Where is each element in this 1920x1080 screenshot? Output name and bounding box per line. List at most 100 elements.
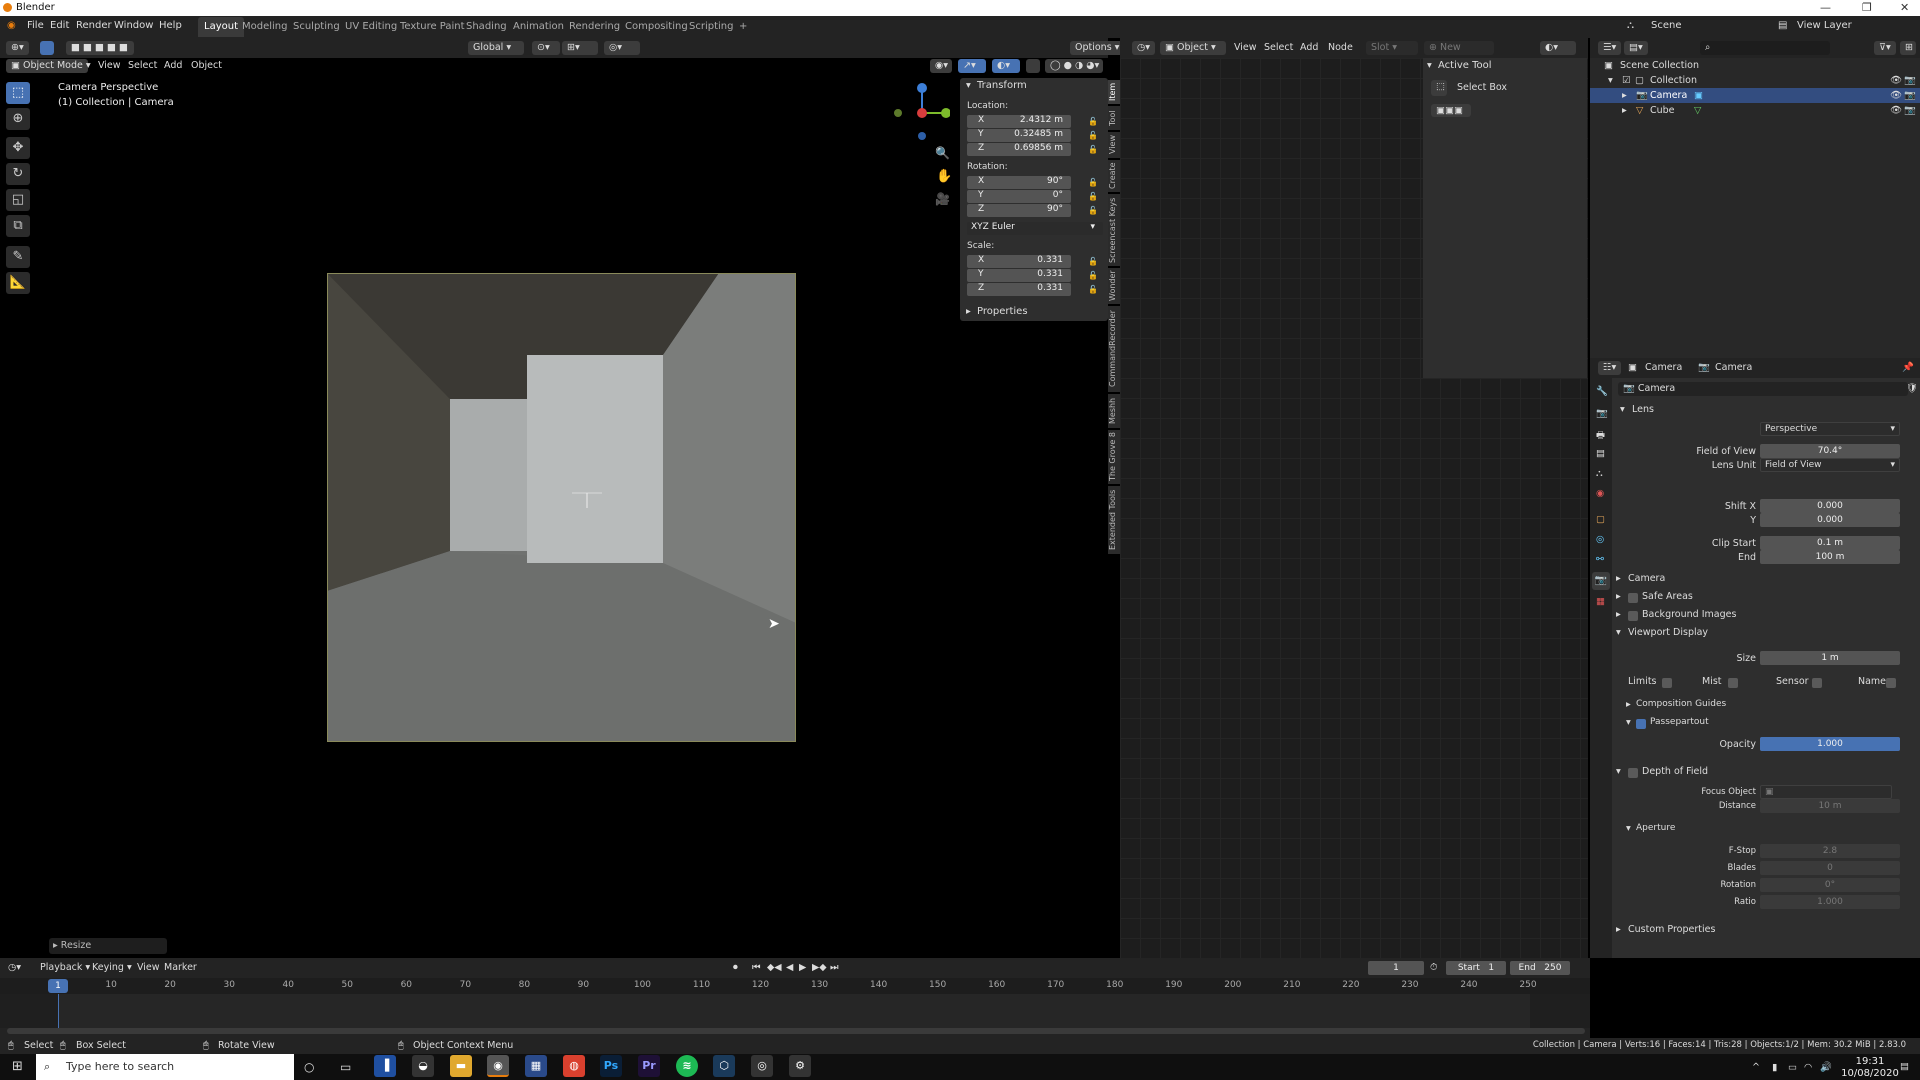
tool-tab-icon[interactable]: 🔧 (1596, 386, 1608, 397)
maximize-icon[interactable]: ❐ (1862, 1, 1872, 14)
texture-tab-icon[interactable]: ▦ (1596, 596, 1605, 607)
fov-field[interactable]: 70.4° (1760, 444, 1900, 458)
camera-view-icon[interactable]: 🎥 (935, 192, 950, 206)
new-collection-icon[interactable]: ⊞ (1900, 41, 1916, 55)
tab-sculpting[interactable]: Sculpting (287, 17, 346, 37)
object-tab-icon[interactable]: ▢ (1596, 514, 1605, 525)
preview-range-icon[interactable]: ⏱ (1430, 962, 1437, 973)
editor-type-icon[interactable]: ⊕▾ (6, 41, 29, 55)
tab-animation[interactable]: Animation (507, 17, 570, 37)
tab-shading[interactable]: Shading (460, 17, 513, 37)
premiere-icon[interactable]: Pr (638, 1055, 660, 1077)
blender-menu-icon[interactable]: ◉ (7, 20, 16, 31)
calculator-icon[interactable]: ▦ (525, 1055, 547, 1077)
shift-x-field[interactable]: 0.000 (1760, 499, 1900, 513)
lock-icon[interactable]: 🔓 (1088, 206, 1098, 215)
scale-tool-icon[interactable]: ◱ (6, 189, 30, 211)
timeline-scrollbar[interactable] (7, 1028, 1585, 1034)
composition-guides-collapse-icon[interactable]: ▸ (1626, 699, 1631, 710)
sidebar-tab-wonder[interactable]: Wonder (1108, 268, 1120, 304)
selection-mode-buttons[interactable]: ■ ■ ■ ■ ■ (66, 41, 134, 55)
eye-icon[interactable]: 👁 (1890, 75, 1902, 86)
node-overlay-icon[interactable]: ◐▾ (1540, 41, 1576, 55)
timeline-ruler[interactable]: 10 20 30 40 50 60 70 80 90 100 110 120 130 140 150 160 1… (0, 978, 1590, 994)
transform-collapse-icon[interactable]: ▾ (966, 80, 971, 91)
orientation-dropdown[interactable]: Global ▾ (468, 41, 524, 55)
camera-data-name-field[interactable]: 📷 Camera (1618, 382, 1908, 396)
slot-dropdown[interactable]: Slot ▾ (1366, 41, 1418, 55)
spotify-icon[interactable]: ≋ (676, 1055, 698, 1077)
cursor-tool-icon[interactable]: ⊕ (6, 108, 30, 130)
file-explorer-icon[interactable]: ▬ (450, 1055, 472, 1077)
options-dropdown[interactable]: Options ▾ (1070, 41, 1125, 55)
timeline-editor-icon[interactable]: ◷▾ (8, 962, 21, 973)
taskbar-app-icon[interactable]: ▐ (374, 1055, 396, 1077)
rotate-tool-icon[interactable]: ↻ (6, 163, 30, 185)
scale-x-field[interactable]: X 0.331 (967, 255, 1071, 268)
dof-collapse-icon[interactable]: ▾ (1616, 766, 1621, 777)
menu-render[interactable]: Render (76, 20, 112, 31)
outliner-camera-label[interactable]: Camera (1650, 90, 1687, 101)
eye-icon[interactable]: 👁 (1890, 105, 1902, 116)
clip-start-field[interactable]: 0.1 m (1760, 536, 1900, 550)
xray-icon[interactable] (1026, 59, 1040, 73)
play-reverse-icon[interactable]: ◀ (786, 962, 793, 973)
scene-name[interactable]: Scene (1651, 20, 1682, 31)
zoom-icon[interactable]: 🔍 (935, 146, 950, 160)
clock-time[interactable]: 19:31 (1840, 1056, 1900, 1067)
filter-icon[interactable]: ⊽▾ (1874, 41, 1896, 55)
outliner-type-icon[interactable]: ☰▾ (1598, 41, 1622, 55)
taskbar-search-box[interactable]: ⌕ Type here to search (36, 1054, 294, 1080)
timeline-track-area[interactable] (0, 994, 1590, 1028)
node-menu-node[interactable]: Node (1328, 42, 1353, 53)
view-layer-tab-icon[interactable]: ▤ (1596, 448, 1605, 459)
node-editor-type-icon[interactable]: ◷▾ (1132, 41, 1156, 55)
camera-render-icon[interactable]: 📷 (1904, 105, 1916, 116)
tab-scripting[interactable]: Scripting (683, 17, 739, 37)
lock-icon[interactable]: 🔓 (1088, 145, 1098, 154)
opacity-slider[interactable]: 1.000 (1760, 737, 1900, 751)
passepartout-checkbox[interactable] (1636, 719, 1646, 729)
lens-type-dropdown[interactable]: Perspective ▾ (1760, 422, 1900, 436)
properties-type-icon[interactable]: ☷▾ (1598, 361, 1622, 375)
aperture-rotation-field[interactable]: 0° (1760, 878, 1900, 892)
lock-icon[interactable]: 🔓 (1088, 285, 1098, 294)
lock-icon[interactable]: 🔓 (1088, 131, 1098, 140)
measure-tool-icon[interactable]: 📐 (6, 272, 30, 294)
select-box-icon[interactable]: ⬚ (1431, 80, 1447, 96)
blades-field[interactable]: 0 (1760, 861, 1900, 875)
camera-expand-icon[interactable]: ▸ (1622, 90, 1627, 101)
mode-dropdown[interactable]: ▣ Object Mode ▾ (6, 59, 91, 73)
viewport-menu-object[interactable]: Object (191, 60, 222, 71)
dof-checkbox[interactable] (1628, 768, 1638, 778)
visibility-icon[interactable]: ◉▾ (930, 59, 952, 73)
snap-icon[interactable]: ⊞▾ (562, 41, 598, 55)
aperture-ratio-field[interactable]: 1.000 (1760, 895, 1900, 909)
world-tab-icon[interactable]: ◉ (1596, 488, 1604, 499)
lock-icon[interactable]: 🔓 (1088, 271, 1098, 280)
focus-distance-field[interactable]: 10 m (1760, 799, 1900, 813)
shading-mode-buttons[interactable]: ◯ ● ◑ ◕▾ (1045, 59, 1103, 73)
sidebar-tab-create[interactable]: Create (1108, 160, 1120, 192)
lens-collapse-icon[interactable]: ▾ (1620, 404, 1625, 415)
tray-app-icon[interactable]: ▮ (1772, 1062, 1777, 1073)
wifi-icon[interactable]: ◠ (1804, 1062, 1812, 1073)
safe-areas-collapse-icon[interactable]: ▸ (1616, 591, 1621, 602)
tab-modeling[interactable]: Modeling (236, 17, 294, 37)
menu-file[interactable]: File (27, 20, 44, 31)
outliner-cube-label[interactable]: Cube (1650, 105, 1675, 116)
fake-user-shield-icon[interactable]: 🛡 (1906, 383, 1918, 394)
taskbar-app-icon[interactable]: ◒ (412, 1055, 434, 1077)
tab-rendering[interactable]: Rendering (563, 17, 626, 37)
sidebar-tab-extended-tools[interactable]: Extended Tools (1108, 486, 1120, 554)
output-tab-icon[interactable]: 🖶 (1596, 428, 1605, 444)
sidebar-tab-commandrecorder[interactable]: CommandRecorder (1108, 306, 1120, 392)
node-menu-view[interactable]: View (1234, 42, 1257, 53)
view-layer-name[interactable]: View Layer (1797, 20, 1852, 31)
tray-chevron-icon[interactable]: ^ (1752, 1062, 1760, 1073)
menu-help[interactable]: Help (159, 20, 182, 31)
node-menu-select[interactable]: Select (1264, 42, 1293, 53)
collection-label[interactable]: Collection (1650, 75, 1697, 86)
sidebar-tab-the-grove[interactable]: The Grove 8 (1108, 430, 1120, 484)
shift-y-field[interactable]: 0.000 (1760, 513, 1900, 527)
